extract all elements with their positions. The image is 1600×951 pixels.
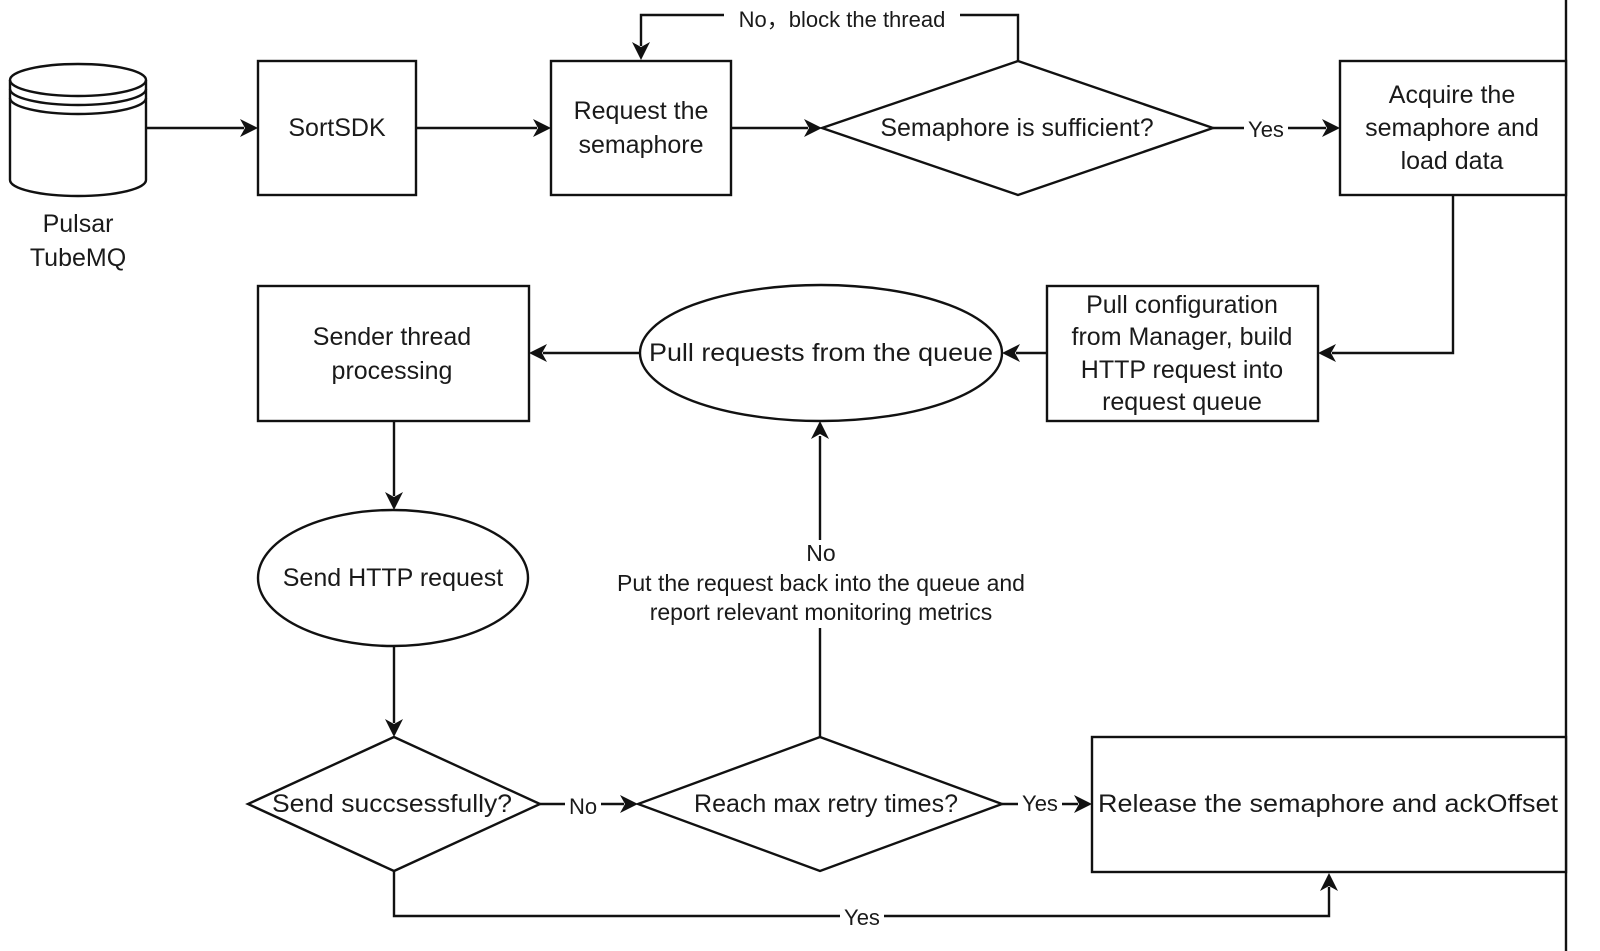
node-pull-config[interactable]: Pull configuration from Manager, build H… <box>1045 284 1320 423</box>
node-label-line: Release the semaphore and ackOffset <box>1098 790 1558 818</box>
node-label-line: Request the <box>574 97 709 125</box>
node-label-line: Send HTTP request <box>283 564 504 592</box>
edge-semaphore-yes: Yes <box>1213 114 1340 142</box>
node-label-line: Send succsessfully? <box>272 790 512 818</box>
node-send-success[interactable]: Send succsessfully? <box>245 735 543 873</box>
node-label-line: HTTP request into <box>1081 356 1283 384</box>
node-label-line: request queue <box>1102 388 1262 416</box>
edge-request-to-semaphore-check <box>731 119 822 137</box>
edge-note-line-2: report relevant monitoring metrics <box>650 599 993 625</box>
node-acquire-load[interactable]: Acquire the semaphore and load data <box>1338 59 1568 197</box>
edge-label-no-block: No，block the thread <box>739 7 946 32</box>
process-box <box>549 59 733 197</box>
edge-success-yes: Yes <box>392 871 1338 930</box>
node-label-line: SortSDK <box>288 114 386 142</box>
edge-retry-yes: Yes <box>1002 790 1092 816</box>
node-label-line: from Manager, build <box>1072 323 1293 351</box>
node-label-line: Pull configuration <box>1086 291 1278 319</box>
edge-sortsdk-to-request-semaphore <box>416 119 551 137</box>
edge-note-line-1: Put the request back into the queue and <box>617 570 1025 596</box>
node-pull-requests[interactable]: Pull requests from the queue <box>638 283 1004 423</box>
node-max-retry[interactable]: Reach max retry times? <box>634 735 1006 873</box>
flowchart-canvas: No，block the thread Yes No Yes No Put th… <box>8 0 1568 951</box>
edge-success-no: No <box>540 792 638 819</box>
database-icon <box>8 62 148 198</box>
edge-semaphore-no-loop: No，block the thread <box>632 4 1020 61</box>
node-label-line: Sender thread <box>313 323 471 351</box>
edge-send-http-to-success-check <box>385 646 403 737</box>
node-label-line: Reach max retry times? <box>694 790 958 818</box>
edge-label-no: No <box>569 794 597 819</box>
process-box <box>256 284 531 423</box>
edge-source-to-sortsdk <box>146 119 258 137</box>
edge-pull-config-to-queue <box>1002 344 1047 362</box>
edge-queue-to-sender <box>529 344 640 362</box>
node-request-semaphore[interactable]: Request the semaphore <box>549 59 733 197</box>
node-label-line: Semaphore is sufficient? <box>880 114 1153 142</box>
node-send-http[interactable]: Send HTTP request <box>256 508 530 648</box>
edge-line <box>1332 196 1455 355</box>
node-label-line: Pulsar <box>43 210 114 238</box>
node-label-line: processing <box>332 357 453 385</box>
node-semaphore-sufficient[interactable]: Semaphore is sufficient? <box>818 59 1217 197</box>
node-label-line: semaphore <box>578 131 703 159</box>
node-source-database[interactable]: Pulsar TubeMQ <box>8 62 148 272</box>
node-label-line: semaphore and <box>1365 114 1539 142</box>
edge-label-yes: Yes <box>1022 791 1058 816</box>
edge-label-yes: Yes <box>844 905 880 930</box>
edge-sender-to-send-http <box>385 421 403 510</box>
edge-acquire-to-pull-config <box>1318 196 1455 362</box>
node-label-line: load data <box>1401 147 1504 175</box>
node-label-line: TubeMQ <box>30 244 126 272</box>
node-sender-thread[interactable]: Sender thread processing <box>256 284 531 423</box>
edge-retry-no: No Put the request back into the queue a… <box>596 421 1046 737</box>
nodes: Pulsar TubeMQ SortSDK Request the semaph… <box>8 59 1568 874</box>
edge-label-yes: Yes <box>1248 117 1284 142</box>
edge-label-no: No <box>806 540 835 566</box>
node-sortsdk[interactable]: SortSDK <box>256 59 418 197</box>
node-release[interactable]: Release the semaphore and ackOffset <box>1090 735 1568 874</box>
node-label-line: Pull requests from the queue <box>649 339 993 367</box>
node-label-line: Acquire the <box>1389 81 1515 109</box>
